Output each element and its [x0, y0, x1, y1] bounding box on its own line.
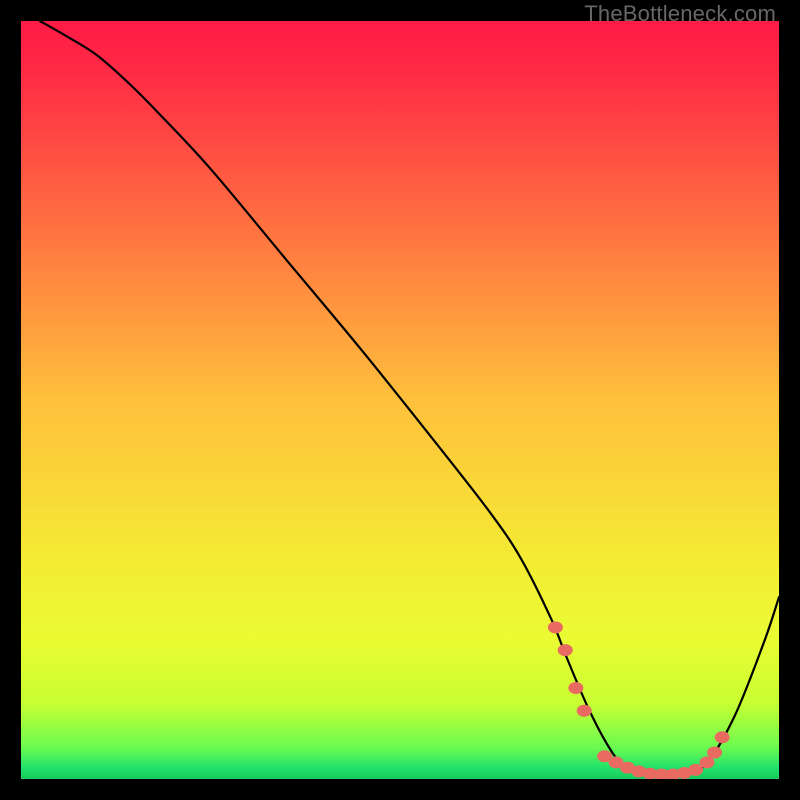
marker-dot [715, 731, 730, 743]
marker-dot [568, 682, 583, 694]
marker-dot [577, 705, 592, 717]
marker-dot [558, 644, 573, 656]
watermark-text: TheBottleneck.com [584, 1, 776, 27]
gradient-background [21, 21, 779, 779]
chart-svg [21, 21, 779, 779]
marker-dot [548, 621, 563, 633]
plot-area [21, 21, 779, 779]
marker-dot [707, 746, 722, 758]
